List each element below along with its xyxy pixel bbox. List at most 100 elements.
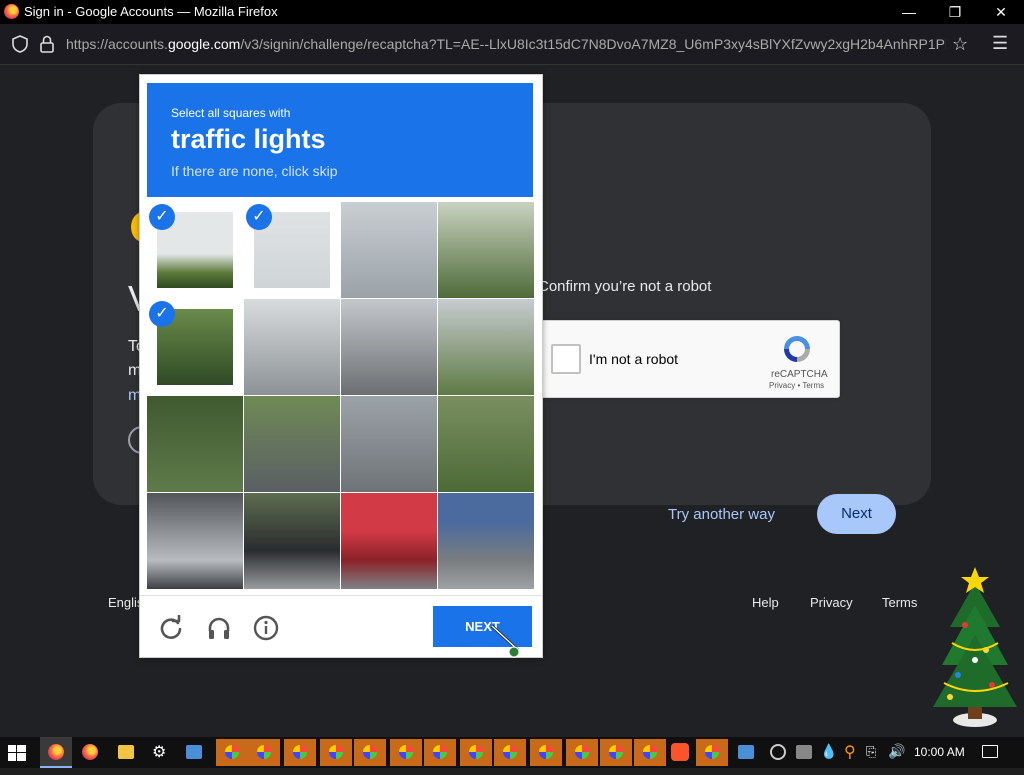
- challenge-subtext: If there are none, click skip: [171, 163, 338, 179]
- recaptcha-brand: reCAPTCHA: [771, 369, 828, 380]
- brave-browser-icon[interactable]: [664, 737, 696, 768]
- tray-app-icon-2[interactable]: [796, 745, 812, 759]
- next-button[interactable]: Next: [817, 494, 896, 534]
- tile-image: [147, 493, 243, 589]
- taskbar-firefox-active[interactable]: [40, 737, 72, 768]
- challenge-target: traffic lights: [171, 124, 326, 154]
- taskbar-pinned-app[interactable]: [634, 739, 666, 766]
- recaptcha-widget: I'm not a robot reCAPTCHA Privacy • Term…: [540, 320, 840, 398]
- taskbar-pinned-app[interactable]: [530, 739, 562, 766]
- menu-hamburger-icon[interactable]: ☰: [992, 33, 1008, 54]
- settings-gear-icon[interactable]: ⚙: [152, 742, 166, 773]
- challenge-tile[interactable]: [341, 299, 437, 395]
- challenge-tile[interactable]: [438, 299, 534, 395]
- cursor-icon: [490, 624, 520, 658]
- footer-terms-link[interactable]: Terms: [882, 595, 917, 610]
- challenge-tile[interactable]: ✓: [244, 202, 340, 298]
- tile-image: [341, 493, 437, 589]
- tile-image: [438, 493, 534, 589]
- taskbar-pinned-app[interactable]: [460, 739, 492, 766]
- challenge-tile[interactable]: [341, 202, 437, 298]
- windows-taskbar: ⚙ 💧 ⚲ ⎘ 🔊 10:00 AM: [0, 737, 1024, 768]
- challenge-tile[interactable]: [244, 396, 340, 492]
- bookmark-star-icon[interactable]: ☆: [952, 34, 968, 55]
- info-icon[interactable]: [253, 615, 279, 641]
- taskbar-pinned-app[interactable]: [320, 739, 352, 766]
- tray-circle-icon[interactable]: [770, 744, 786, 760]
- footer-help-link[interactable]: Help: [752, 595, 779, 610]
- taskbar-pinned-app[interactable]: [424, 739, 456, 766]
- challenge-tile[interactable]: [147, 396, 243, 492]
- challenge-header: Select all squares with traffic lights I…: [147, 83, 533, 197]
- taskbar-pinned-app[interactable]: [354, 739, 386, 766]
- url-domain: google.com: [167, 36, 241, 52]
- taskbar-pinned-app[interactable]: [248, 739, 280, 766]
- confirm-not-robot-text: Confirm you’re not a robot: [538, 278, 712, 295]
- minimize-button[interactable]: —: [886, 0, 932, 24]
- volume-icon[interactable]: 🔊: [888, 743, 905, 774]
- tile-image: [438, 396, 534, 492]
- challenge-tile[interactable]: [438, 202, 534, 298]
- firefox-taskbar-icon: [48, 744, 64, 760]
- tile-image: [244, 493, 340, 589]
- challenge-tile[interactable]: [244, 493, 340, 589]
- tile-selected-check-icon: ✓: [149, 301, 175, 327]
- recaptcha-challenge-dialog: Select all squares with traffic lights I…: [139, 74, 543, 658]
- challenge-divider: [140, 595, 542, 596]
- challenge-tile[interactable]: [438, 493, 534, 589]
- challenge-tile[interactable]: ✓: [147, 202, 243, 298]
- window-title: Sign in - Google Accounts — Mozilla Fire…: [24, 4, 278, 19]
- maximize-button[interactable]: ❐: [932, 0, 978, 24]
- challenge-tile[interactable]: [147, 493, 243, 589]
- taskbar-pinned-app[interactable]: [284, 739, 316, 766]
- recaptcha-label: I'm not a robot: [589, 351, 679, 367]
- network-icon[interactable]: ⎘: [866, 744, 876, 775]
- tray-app-icon[interactable]: [738, 745, 754, 759]
- tile-image: [341, 202, 437, 298]
- challenge-tile[interactable]: [341, 493, 437, 589]
- taskbar-pinned-app[interactable]: [390, 739, 422, 766]
- close-window-button[interactable]: ✕: [978, 0, 1024, 24]
- tray-search-icon[interactable]: ⚲: [844, 742, 856, 773]
- challenge-instruction: Select all squares with: [171, 106, 291, 120]
- challenge-tile[interactable]: [341, 396, 437, 492]
- shield-icon[interactable]: [12, 35, 28, 58]
- clock[interactable]: 10:00 AM: [914, 745, 965, 759]
- taskbar-pinned-app[interactable]: [600, 739, 632, 766]
- taskbar-pinned-app[interactable]: [566, 739, 598, 766]
- tile-image: [341, 396, 437, 492]
- lock-icon[interactable]: [40, 35, 54, 58]
- url-path: /v3/signin/challenge/recaptcha?TL=AE--Ll…: [240, 36, 946, 52]
- tile-image: [244, 396, 340, 492]
- reload-icon[interactable]: [158, 615, 184, 641]
- challenge-tile[interactable]: [438, 396, 534, 492]
- recaptcha-logo-icon: [784, 336, 810, 362]
- tile-selected-check-icon: ✓: [149, 204, 175, 230]
- recaptcha-checkbox[interactable]: [551, 344, 581, 374]
- tray-drop-icon[interactable]: 💧: [820, 743, 837, 774]
- tile-selected-check-icon: ✓: [246, 204, 272, 230]
- challenge-tile[interactable]: [244, 299, 340, 395]
- browser-navbar: https://accounts.google.com/v3/signin/ch…: [0, 24, 1024, 65]
- audio-challenge-icon[interactable]: [206, 615, 232, 641]
- tile-image: [147, 396, 243, 492]
- app-window-icon[interactable]: [186, 745, 202, 759]
- challenge-image-grid: ✓ ✓ ✓: [147, 202, 534, 589]
- notifications-icon[interactable]: [982, 745, 998, 758]
- url-prefix: https://accounts.: [66, 36, 168, 52]
- footer-privacy-link[interactable]: Privacy: [810, 595, 853, 610]
- christmas-tree-decoration: [933, 567, 1017, 727]
- file-explorer-icon[interactable]: [118, 745, 134, 759]
- challenge-tile[interactable]: ✓: [147, 299, 243, 395]
- firefox-taskbar-icon-2[interactable]: [82, 744, 98, 760]
- taskbar-app-icon[interactable]: [696, 739, 728, 766]
- try-another-way-link[interactable]: Try another way: [668, 506, 775, 523]
- recaptcha-privacy-terms[interactable]: Privacy • Terms: [769, 381, 824, 390]
- taskbar-pinned-app[interactable]: [494, 739, 526, 766]
- url-bar[interactable]: https://accounts.google.com/v3/signin/ch…: [66, 36, 946, 52]
- windows-start-icon[interactable]: [8, 745, 26, 761]
- tile-image: [244, 299, 340, 395]
- taskbar-pinned-app[interactable]: [216, 739, 248, 766]
- tile-image: [341, 299, 437, 395]
- firefox-logo-icon: [4, 4, 19, 19]
